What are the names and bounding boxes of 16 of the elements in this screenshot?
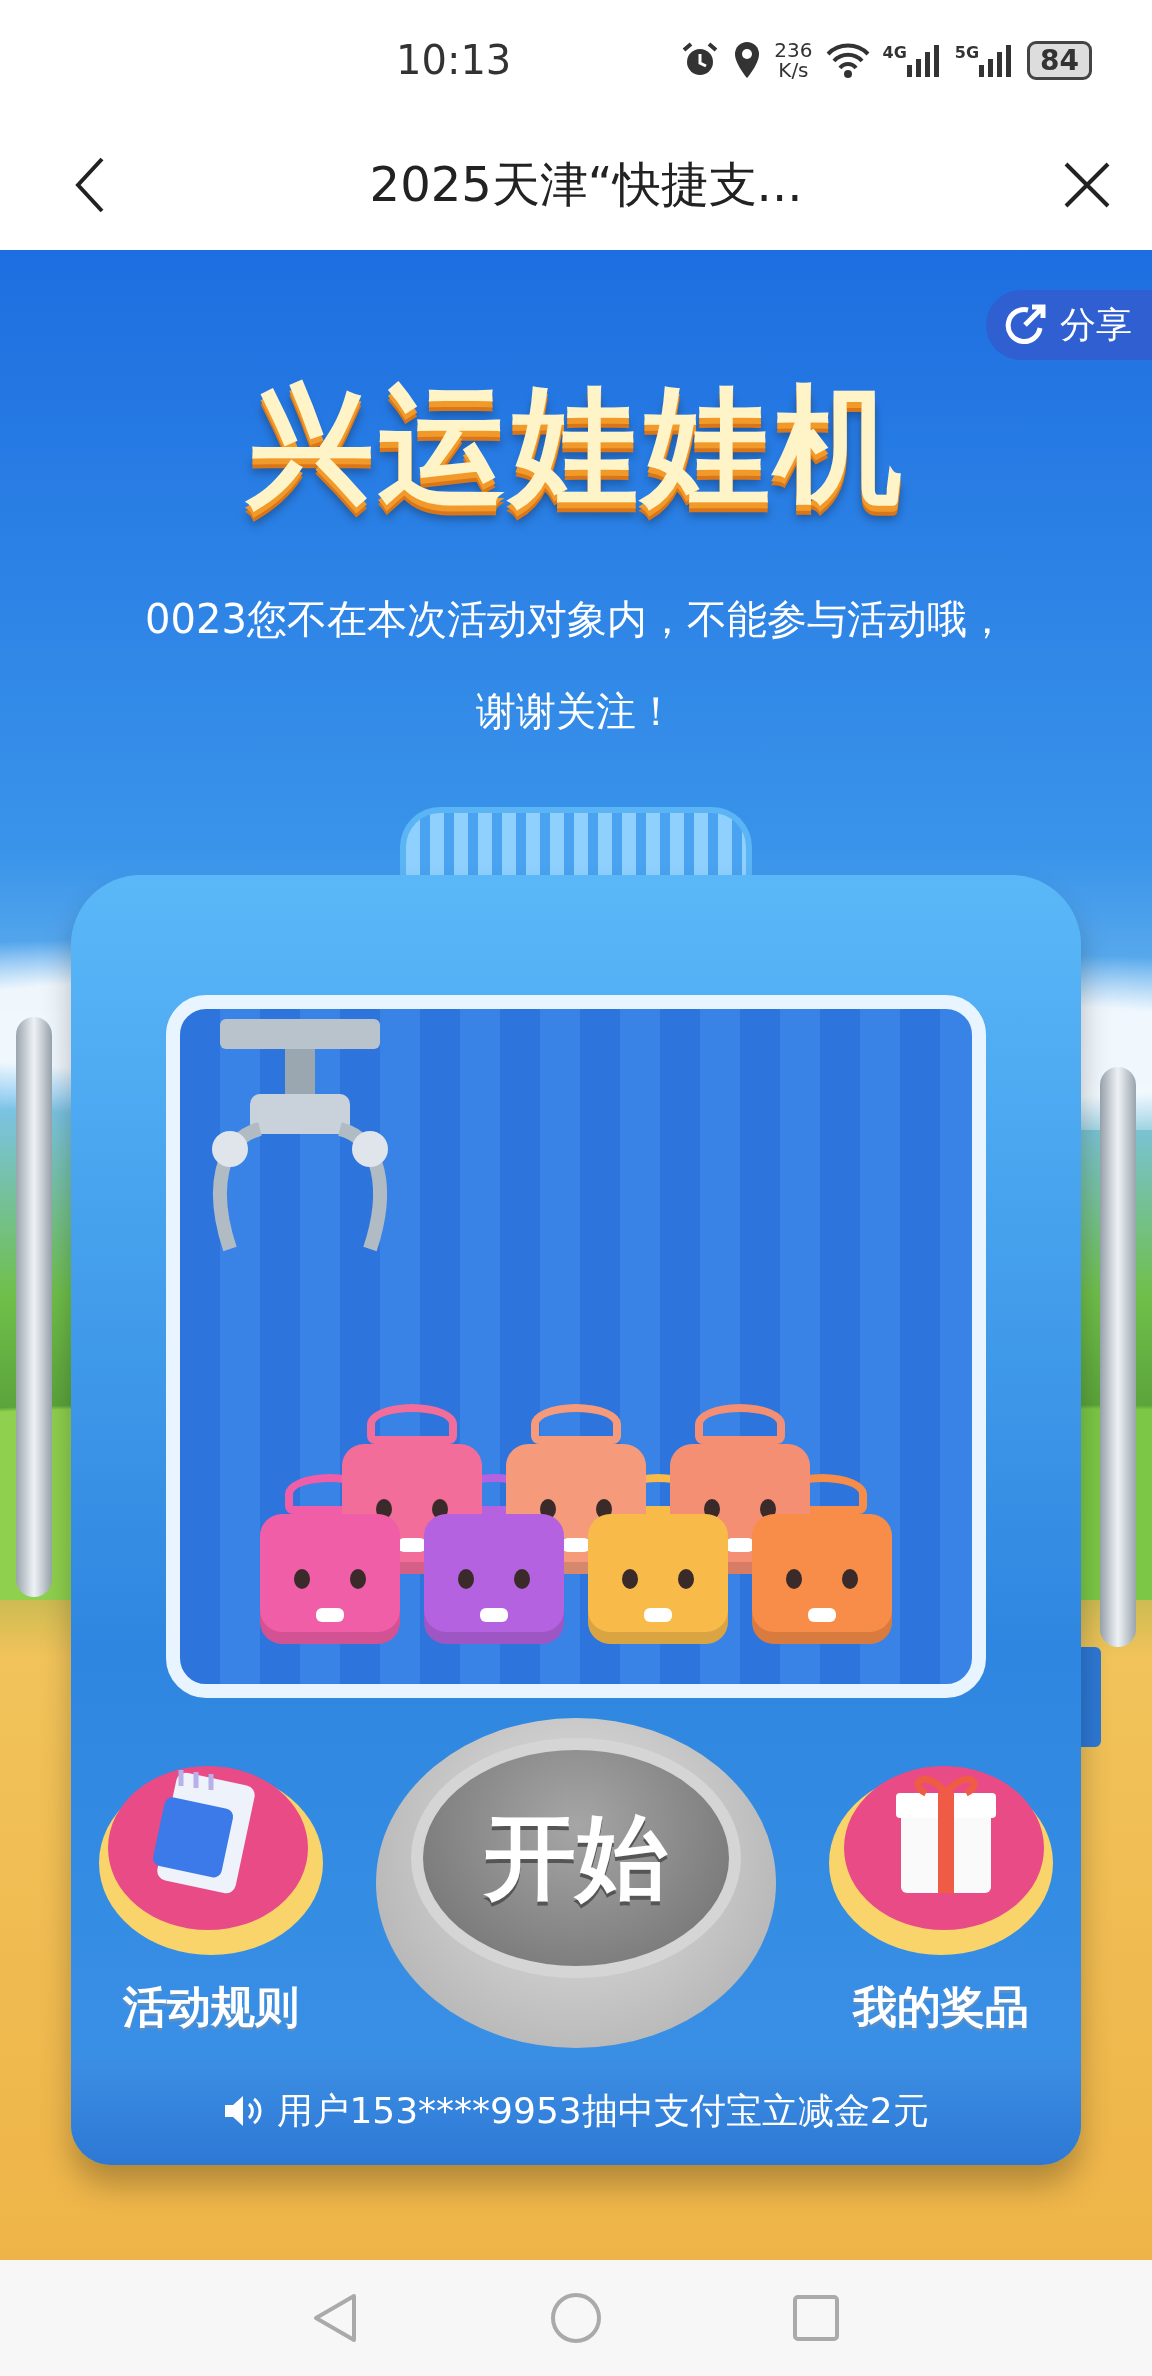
clock-time: 10:13	[396, 37, 512, 83]
prizes-button[interactable]: 我的奖品	[826, 1747, 1056, 2037]
wifi-icon	[824, 41, 871, 79]
close-icon[interactable]	[1062, 160, 1112, 210]
winner-ticker-text: 用户153****9953抽中支付宝立减金2元	[277, 2088, 929, 2133]
network-speed-unit: K/s	[778, 60, 809, 80]
network-speed: 236	[774, 40, 813, 60]
network-type-label: 4G	[882, 43, 907, 62]
page-title: 2025天津“快捷支...	[369, 155, 803, 214]
start-button[interactable]: 开始	[411, 1737, 741, 1978]
network-type-label: 5G	[954, 43, 980, 62]
game-title: 兴运娃娃机	[246, 369, 906, 521]
share-button[interactable]: 分享	[986, 290, 1152, 360]
rules-button[interactable]: 活动规则	[96, 1747, 326, 2037]
notice-text: 0023您不在本次活动对象内，不能参与活动哦，谢谢关注！	[144, 595, 1008, 736]
battery-indicator: 84	[1027, 40, 1092, 80]
